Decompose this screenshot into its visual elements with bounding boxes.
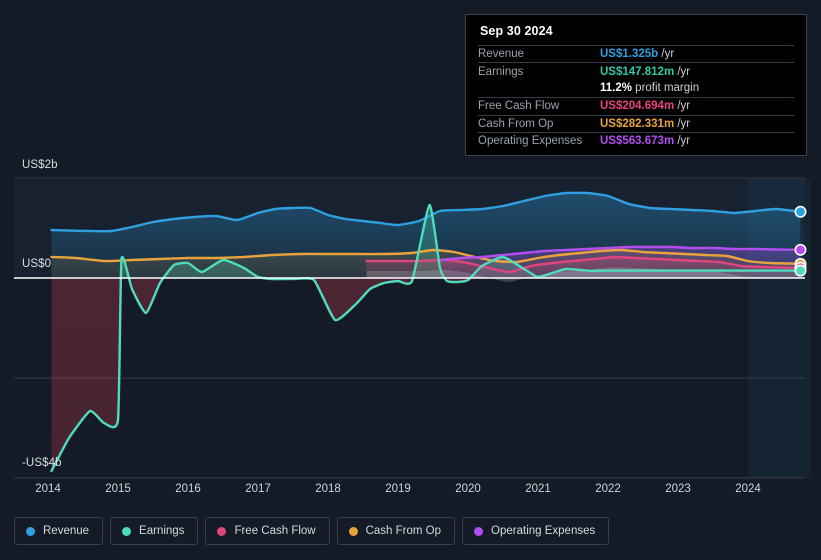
tooltip-row-label: Revenue <box>478 48 525 61</box>
tooltip-rows: Revenue US$1.325b /yr Earnings US$147.812m … <box>478 45 794 149</box>
legend-item-label: Cash From Op <box>365 525 442 537</box>
tooltip-date: Sep 30 2024 <box>480 24 553 38</box>
tooltip-row-value: US$282.331m /yr <box>600 117 691 130</box>
x-axis-tick-2020: 2020 <box>455 483 481 495</box>
tooltip-row-value: US$1.325b /yr <box>600 48 675 61</box>
legend-item-label: Earnings <box>139 525 185 537</box>
x-axis-tick-2017: 2017 <box>245 483 271 495</box>
tooltip-row-label: Earnings <box>478 65 524 78</box>
tooltip-row-value: US$563.673m /yr <box>600 135 691 148</box>
end-marker-earnings[interactable] <box>794 264 807 277</box>
legend-item-operating-expenses[interactable]: Operating Expenses <box>462 517 610 545</box>
x-axis-tick-2019: 2019 <box>385 483 411 495</box>
legend-color-dot-icon <box>122 526 132 536</box>
legend-item-revenue[interactable]: Revenue <box>14 517 104 545</box>
tooltip-row: Revenue US$1.325b /yr <box>478 45 794 62</box>
tooltip-row-label: Free Cash Flow <box>478 100 560 113</box>
data-tooltip-card: Sep 30 2024 Revenue US$1.325b /yr Earnings… <box>465 14 807 157</box>
x-axis-tick-2023: 2023 <box>665 483 691 495</box>
tooltip-row: 11.2% profit margin <box>478 80 794 97</box>
legend-color-dot-icon <box>26 526 35 536</box>
tooltip-row-value: US$204.694m /yr <box>600 100 691 113</box>
legend-item-free-cash-flow[interactable]: Free Cash Flow <box>205 517 330 545</box>
legend-item-earnings[interactable]: Earnings <box>110 517 199 545</box>
legend-color-dot-icon <box>474 526 484 536</box>
x-axis-tick-2024: 2024 <box>735 483 761 495</box>
x-axis-tick-2014: 2014 <box>35 483 61 495</box>
tooltip-row-label: Cash From Op <box>478 117 554 130</box>
tooltip-row-value: 11.2% profit margin <box>600 82 700 95</box>
y-axis-label-bottom: -US$4b <box>22 457 62 469</box>
end-marker-operating-expenses[interactable] <box>794 243 807 256</box>
y-axis-label-zero: US$0 <box>22 258 52 270</box>
x-axis-tick-2018: 2018 <box>315 483 341 495</box>
tooltip-row: Cash From Op US$282.331m /yr <box>478 114 794 132</box>
x-axis-tick-2015: 2015 <box>105 483 131 495</box>
tooltip-row: Operating Expenses US$563.673m /yr <box>478 131 794 149</box>
tooltip-row: Earnings US$147.812m /yr <box>478 62 794 79</box>
tooltip-row-value: US$147.812m /yr <box>600 65 691 78</box>
legend-item-label: Revenue <box>43 525 90 537</box>
end-marker-revenue[interactable] <box>794 205 807 218</box>
legend-item-label: Operating Expenses <box>491 525 596 537</box>
x-axis-tick-2022: 2022 <box>595 483 621 495</box>
tooltip-row-label: Operating Expenses <box>478 135 583 148</box>
x-axis-tick-2021: 2021 <box>525 483 551 495</box>
legend-color-dot-icon <box>217 526 227 536</box>
legend-item-label: Free Cash Flow <box>234 525 316 537</box>
chart-legend: Revenue Earnings Free Cash Flow Cash From O… <box>14 517 610 545</box>
tooltip-row: Free Cash Flow US$204.694m /yr <box>478 97 794 114</box>
legend-color-dot-icon <box>348 526 358 536</box>
x-axis-tick-2016: 2016 <box>175 483 201 495</box>
legend-item-cash-from-op[interactable]: Cash From Op <box>336 517 456 545</box>
y-axis-label-top: US$2b <box>22 159 58 171</box>
